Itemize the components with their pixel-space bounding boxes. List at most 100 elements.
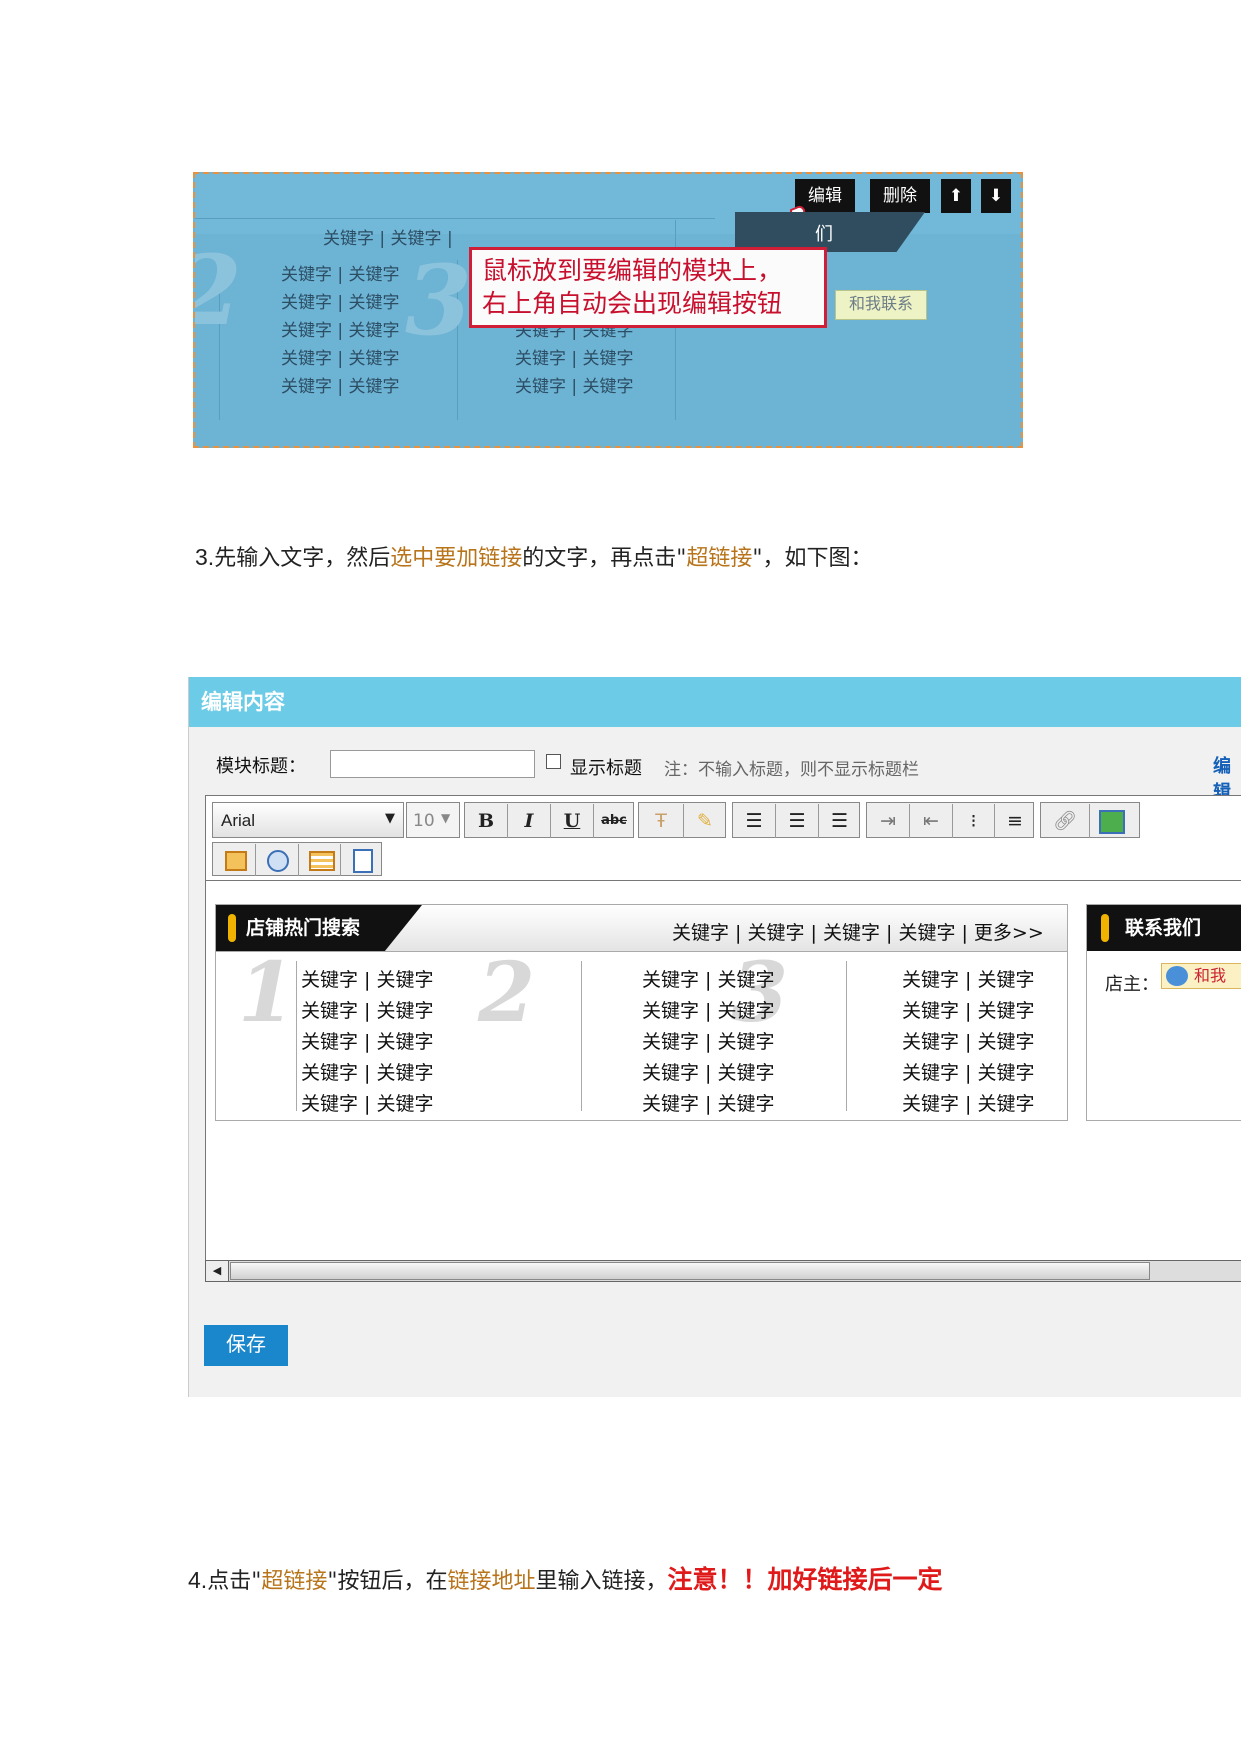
chat-icon (1166, 966, 1188, 986)
keyword-row: 关键字 | 关键字 (301, 1093, 434, 1115)
keyword-row: 关键字 | 关键字 (515, 377, 634, 397)
keyword-row: 关键字 | 关键字 (642, 1031, 775, 1053)
edit-content-screenshot: 编辑内容 模块标题： 显示标题 注：不输入标题，则不显示标题栏 编辑 Arial… (188, 677, 1241, 1397)
font-family-select[interactable]: Arial ▼ (212, 802, 404, 838)
source-code-icon[interactable] (353, 849, 373, 873)
separator (340, 844, 341, 876)
text-color-icon[interactable]: Ŧ (639, 803, 683, 839)
keyword-row: 关键字 | 关键字 (642, 969, 775, 991)
chevron-down-icon: ▼ (441, 811, 451, 825)
keyword-row: 关键字 | 关键字 (281, 265, 400, 285)
contact-button[interactable]: 和我 (1161, 963, 1241, 989)
horizontal-scrollbar[interactable]: ◀ (205, 1260, 1241, 1282)
step-3-text: 3.先输入文字，然后选中要加链接的文字，再点击"超链接"，如下图： (195, 540, 872, 572)
title-note: 注：不输入标题，则不显示标题栏 (664, 760, 919, 780)
scrollbar-thumb[interactable] (230, 1262, 1150, 1280)
bold-button[interactable]: B (465, 803, 507, 839)
keyword-row: 关键字 | 关键字 (902, 1093, 1035, 1115)
keyword-row: 关键字 | 关键字 (902, 1062, 1035, 1084)
move-up-button[interactable]: ⬆ (941, 179, 971, 213)
insert-table-icon[interactable] (309, 851, 335, 871)
delete-button[interactable]: 删除 (870, 179, 930, 213)
scroll-left-icon[interactable]: ◀ (206, 1261, 229, 1281)
move-down-button[interactable]: ⬇ (981, 179, 1011, 213)
text: "按钮后，在 (327, 1569, 448, 1594)
keyword-row: 关键字 | 关键字 (902, 969, 1035, 991)
font-size-value: 10 (413, 811, 435, 831)
align-center-icon[interactable]: ☰ (776, 803, 818, 839)
separator (1089, 804, 1090, 838)
text: 里输入链接， (535, 1569, 668, 1594)
keyword-row: 关键字 | 关键字 (281, 377, 400, 397)
align-right-icon[interactable]: ☰ (819, 803, 860, 839)
title-marker (228, 914, 236, 942)
contact-panel-title: 联系我们 (1087, 905, 1241, 951)
keyword-row: 关键字 | 关键字 (301, 1031, 434, 1053)
numbered-list-icon[interactable]: ≡ (995, 803, 1035, 839)
highlight-text: 超链接 (686, 546, 753, 571)
font-size-select[interactable]: 10 ▼ (406, 802, 460, 838)
underline-button[interactable]: U (551, 803, 593, 839)
show-title-checkbox[interactable] (546, 754, 561, 769)
keyword-column-2: 关键字 | 关键字 关键字 | 关键字 关键字 | 关键字 (515, 316, 634, 400)
contact-tab: 们 (735, 212, 925, 252)
hyperlink-icon[interactable]: 🔗︎ (1041, 803, 1089, 839)
rank-number-1: 1 (238, 945, 296, 1041)
hot-search-panel: 店铺热门搜索 关键字 | 关键字 | 关键字 | 关键字 | 更多>> 1 2 … (215, 904, 1068, 1121)
contact-panel: 联系我们 店主： 和我 (1086, 904, 1241, 1121)
title-marker (1101, 914, 1109, 942)
toolbar-divider (206, 880, 1241, 881)
italic-button[interactable]: I (508, 803, 550, 839)
callout-line: 鼠标放到要编辑的模块上， (482, 256, 783, 285)
contact-me-button[interactable]: 和我联系 (835, 290, 927, 320)
step-number: 4. (188, 1567, 208, 1593)
save-button[interactable]: 保存 (204, 1325, 288, 1366)
module-title-input[interactable] (330, 750, 535, 778)
warning-text: 注意！！加好链接后一定 (667, 1565, 943, 1594)
align-button-group: ☰ ☰ ☰ (732, 802, 860, 838)
keyword-column-2: 关键字 | 关键字 关键字 | 关键字 关键字 | 关键字 关键字 | 关键字 … (642, 965, 774, 1120)
dialog-header: 编辑内容 (189, 677, 1241, 727)
keyword-row: 关键字 | 关键字 (281, 293, 400, 313)
column-divider (296, 961, 297, 1111)
keyword-column-3: 关键字 | 关键字 关键字 | 关键字 关键字 | 关键字 关键字 | 关键字 … (902, 965, 1034, 1120)
keyword-row: 关键字 | 关键字 (281, 349, 400, 369)
step-number: 3. (195, 544, 215, 570)
separator (255, 844, 256, 876)
rank-number-2: 2 (195, 234, 242, 347)
edit-hint-callout: 鼠标放到要编辑的模块上， 右上角自动会出现编辑按钮 (469, 247, 827, 328)
text: 的文字，再点击" (522, 546, 687, 571)
bullet-list-icon[interactable]: ⁝ (953, 803, 994, 839)
keyword-row: 关键字 | 关键字 (281, 321, 400, 341)
text: 点击" (207, 1569, 262, 1594)
top-keywords: 关键字 | 关键字 | 关键字 | 关键字 | 更多>> (672, 922, 1044, 944)
show-title-label: 显示标题 (570, 758, 642, 779)
column-divider (581, 961, 582, 1111)
highlight-text: 超链接 (261, 1569, 328, 1594)
strikethrough-button[interactable]: abc (594, 803, 634, 839)
text: "，如下图： (752, 546, 873, 571)
outdent-icon[interactable]: ⇤ (910, 803, 952, 839)
keyword-row: 关键字 | 关键字 (301, 969, 434, 991)
keyword-row: 关键字 | 关键字 (515, 349, 634, 369)
contact-tab-label: 们 (815, 224, 833, 245)
indent-icon[interactable]: ⇥ (867, 803, 909, 839)
contact-button-label: 和我 (1194, 966, 1227, 985)
callout-line: 右上角自动会出现编辑按钮 (482, 289, 783, 318)
insert-button-group: 🔗︎ (1040, 802, 1140, 838)
text: 先输入文字，然后 (214, 546, 391, 571)
keyword-row: 关键字 | 关键字 (642, 1062, 775, 1084)
align-left-icon[interactable]: ☰ (733, 803, 775, 839)
rank-number-2: 2 (478, 945, 536, 1041)
keyword-row: 关键字 | 关键字 (301, 1000, 434, 1022)
insert-flash-icon[interactable] (225, 851, 247, 871)
keyword-row: 关键字 | 关键字 (642, 1000, 775, 1022)
insert-media-icon[interactable] (267, 850, 289, 872)
step-4-text: 4.点击"超链接"按钮后，在链接地址里输入链接，注意！！加好链接后一定 (188, 1560, 943, 1596)
highlight-text: 链接地址 (447, 1569, 536, 1594)
keyword-row: 关键字 | 关键字 (902, 1000, 1035, 1022)
insert-image-icon[interactable] (1099, 810, 1125, 834)
highlight-text: 选中要加链接 (390, 546, 523, 571)
highlight-pen-icon[interactable]: ✎ (684, 803, 726, 839)
module-title-label: 模块标题： (216, 756, 306, 777)
